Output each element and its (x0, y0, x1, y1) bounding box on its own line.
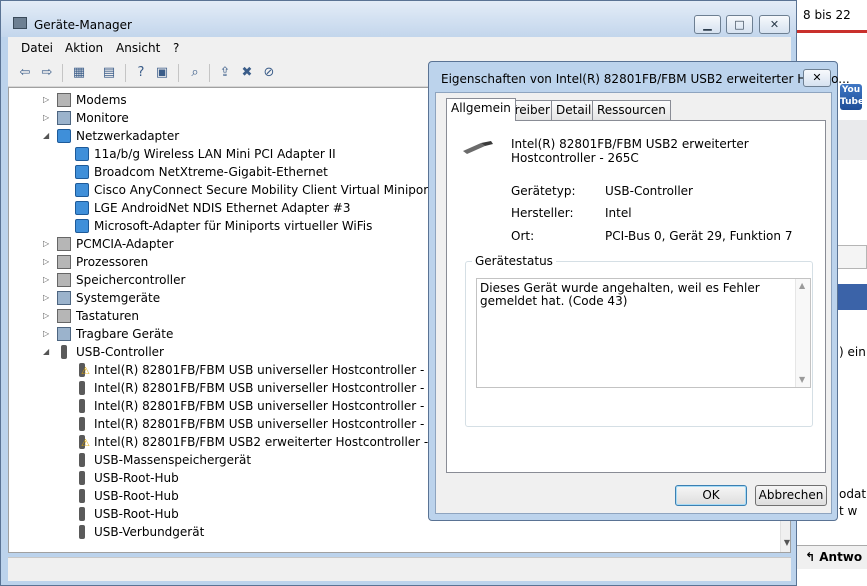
scroll-down-icon[interactable]: ▼ (799, 375, 805, 384)
device-status-text: Dieses Gerät wurde angehalten, weil es F… (480, 281, 760, 308)
expand-icon[interactable]: ▷ (43, 114, 51, 122)
properties-icon[interactable]: ▤ (100, 64, 118, 82)
warning-icon: ⚠ (81, 366, 90, 377)
uninstall-icon[interactable]: ✖ (238, 64, 256, 82)
keyboard-icon (57, 309, 71, 323)
usb-icon (79, 471, 85, 485)
menu-bar: Datei Aktion Ansicht ? (8, 37, 791, 59)
toolbar-separator (125, 64, 126, 82)
usb-icon (79, 489, 85, 503)
usb-icon (79, 507, 85, 521)
network-card-icon (75, 219, 89, 233)
menu-aktion[interactable]: Aktion (65, 41, 103, 55)
show-hide-tree-icon[interactable]: ▦ (70, 64, 88, 82)
cancel-button[interactable]: Abbrechen (755, 485, 827, 506)
prop-label-location: Ort: (511, 229, 535, 243)
device-status-label: Gerätestatus (472, 254, 556, 268)
expand-icon[interactable]: ▷ (43, 96, 51, 104)
collapse-icon[interactable]: ◢ (43, 348, 51, 356)
background-text: ) ein (839, 345, 866, 359)
background-box (837, 245, 867, 269)
prop-label-manufacturer: Hersteller: (511, 206, 574, 220)
reply-button[interactable]: ↰ Antwo (797, 545, 867, 569)
window-title: Geräte-Manager (34, 18, 132, 32)
usb-plug-icon (463, 141, 493, 154)
device-status-group: Gerätestatus Dieses Gerät wurde angehalt… (465, 254, 813, 427)
usb-icon (79, 417, 85, 431)
processor-icon (57, 255, 71, 269)
background-accent-bar (797, 30, 867, 33)
usb-icon (79, 399, 85, 413)
reply-button-label: Antwo (819, 550, 863, 564)
view-icon[interactable]: ▣ (153, 64, 171, 82)
status-scrollbar[interactable]: ▲ ▼ (795, 279, 810, 387)
prop-label-type: Gerätetyp: (511, 184, 576, 198)
forward-arrow-icon[interactable]: ⇨ (38, 64, 56, 82)
warning-icon: ⚠ (81, 438, 90, 449)
pcmcia-icon (57, 237, 71, 251)
dialog-body: Allgemein Treiber Details Ressourcen Int… (435, 92, 832, 514)
scan-hardware-icon[interactable]: ⌕ (186, 64, 204, 82)
expand-icon[interactable]: ▷ (43, 312, 51, 320)
update-driver-icon[interactable]: ⇪ (216, 64, 234, 82)
usb-icon (79, 453, 85, 467)
expand-icon[interactable]: ▷ (43, 276, 51, 284)
menu-ansicht[interactable]: Ansicht (116, 41, 160, 55)
background-text: t w (839, 504, 858, 518)
back-arrow-icon[interactable]: ⇦ (16, 64, 34, 82)
tab-allgemein[interactable]: Allgemein (446, 98, 516, 121)
background-date-text: 8 bis 22 (803, 8, 851, 22)
network-adapter-icon (57, 129, 71, 143)
menu-datei[interactable]: Datei (21, 41, 53, 55)
background-blue-bar (837, 284, 867, 310)
scroll-up-icon[interactable]: ▲ (799, 281, 805, 290)
system-devices-icon (57, 291, 71, 305)
status-bar (8, 557, 791, 581)
toolbar-separator (62, 64, 63, 82)
prop-value-manufacturer: Intel (605, 206, 632, 220)
storage-controller-icon (57, 273, 71, 287)
portable-device-icon (57, 327, 71, 341)
maximize-button[interactable]: □ (726, 15, 753, 34)
expand-icon[interactable]: ▷ (43, 294, 51, 302)
close-button[interactable]: ✕ (759, 15, 790, 34)
network-card-icon (75, 147, 89, 161)
help-icon[interactable]: ? (132, 64, 150, 82)
modem-icon (57, 93, 71, 107)
monitor-icon (57, 111, 71, 125)
collapse-icon[interactable]: ◢ (43, 132, 51, 140)
dialog-close-button[interactable]: ✕ (803, 69, 831, 87)
menu-help[interactable]: ? (173, 41, 179, 55)
tab-panel-general: Intel(R) 82801FB/FBM USB2 erweiterter Ho… (446, 120, 826, 473)
tab-ressourcen[interactable]: Ressourcen (592, 100, 671, 120)
device-name: Intel(R) 82801FB/FBM USB2 erweiterter Ho… (511, 137, 749, 165)
toolbar-separator (178, 64, 179, 82)
ok-button[interactable]: OK (675, 485, 747, 506)
network-card-icon (75, 201, 89, 215)
expand-icon[interactable]: ▷ (43, 240, 51, 248)
expand-icon[interactable]: ▷ (43, 330, 51, 338)
background-text: odat (839, 487, 867, 501)
device-manager-icon (13, 17, 27, 29)
disable-device-icon[interactable]: ⊘ (260, 64, 278, 82)
prop-value-location: PCI-Bus 0, Gerät 29, Funktion 7 (605, 229, 793, 243)
expand-icon[interactable]: ▷ (43, 258, 51, 266)
device-status-textbox[interactable]: Dieses Gerät wurde angehalten, weil es F… (476, 278, 811, 388)
title-bar[interactable]: Geräte-Manager ▁ □ ✕ (1, 1, 796, 37)
network-card-icon (75, 165, 89, 179)
usb-controller-icon (61, 345, 67, 359)
properties-dialog: Eigenschaften von Intel(R) 82801FB/FBM U… (428, 61, 850, 521)
usb-icon (79, 381, 85, 395)
scroll-down-icon[interactable]: ▼ (782, 538, 790, 550)
prop-value-type: USB-Controller (605, 184, 693, 198)
toolbar-separator (209, 64, 210, 82)
network-card-icon (75, 183, 89, 197)
usb-icon (79, 525, 85, 539)
dialog-title: Eigenschaften von Intel(R) 82801FB/FBM U… (441, 72, 850, 86)
minimize-button[interactable]: ▁ (694, 15, 721, 34)
youtube-icon[interactable]: You Tube (840, 84, 864, 110)
